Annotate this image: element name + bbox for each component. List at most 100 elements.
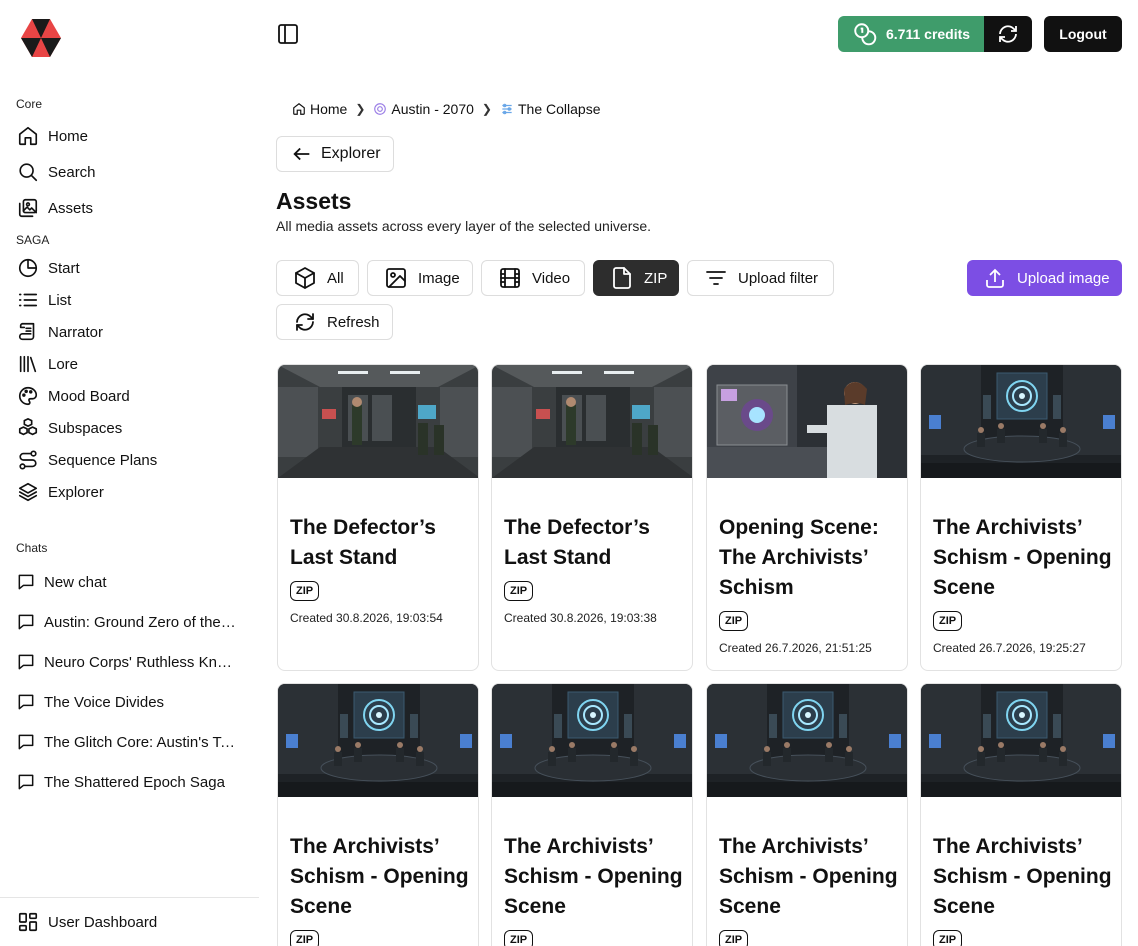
credits-label: 6.711 credits bbox=[886, 26, 971, 42]
sidebar-item-mood-board[interactable]: Mood Board bbox=[16, 382, 246, 410]
sidebar-item-list[interactable]: List bbox=[16, 286, 246, 314]
sidebar-item-assets[interactable]: Assets bbox=[16, 194, 246, 222]
asset-type-badge: ZIP bbox=[290, 930, 320, 946]
asset-thumbnail[interactable] bbox=[278, 365, 478, 478]
sidebar-item-sequence-plans[interactable]: Sequence Plans bbox=[16, 446, 246, 474]
filter-label: ZIP bbox=[644, 269, 668, 287]
asset-thumbnail-image bbox=[492, 365, 692, 478]
upload-image-button[interactable]: Upload image bbox=[967, 260, 1122, 296]
scroll-icon bbox=[16, 320, 40, 344]
asset-card[interactable]: The Archivists’ Schism - Opening Scene ZI… bbox=[920, 364, 1122, 671]
sidebar-item-label: Search bbox=[48, 163, 96, 181]
asset-created-date: Created 30.8.2026, 19:03:38 bbox=[504, 611, 657, 625]
asset-thumbnail[interactable] bbox=[921, 365, 1121, 478]
asset-card[interactable]: The Archivists’ Schism - Opening Scene ZI… bbox=[277, 683, 479, 946]
page-title: Assets bbox=[276, 188, 352, 214]
filter-label: Image bbox=[418, 269, 460, 287]
sidebar-item-label: Subspaces bbox=[48, 419, 123, 437]
asset-card[interactable]: The Defector’s Last Stand ZIP Created 30.8… bbox=[277, 364, 479, 671]
chevron-right-icon: ❯ bbox=[481, 102, 492, 116]
asset-card[interactable]: The Archivists’ Schism - Opening Scene ZI… bbox=[920, 683, 1122, 946]
chats-section-title: Chats bbox=[16, 541, 48, 555]
sidebar-item-label: Explorer bbox=[48, 483, 104, 501]
asset-card-body: The Archivists’ Schism - Opening Scene ZI… bbox=[290, 832, 474, 946]
upload-filter-button[interactable]: Upload filter bbox=[687, 260, 834, 296]
asset-thumbnail[interactable] bbox=[492, 365, 692, 478]
sidebar-item-search[interactable]: Search bbox=[16, 158, 246, 186]
breadcrumb-home[interactable]: Home bbox=[292, 101, 347, 117]
asset-card[interactable]: The Archivists’ Schism - Opening Scene ZI… bbox=[491, 683, 693, 946]
asset-type-badge: ZIP bbox=[290, 581, 320, 601]
asset-title: The Archivists’ Schism - Opening Scene bbox=[933, 516, 1112, 599]
image-stack-icon bbox=[16, 196, 40, 220]
filter-label: Refresh bbox=[327, 313, 380, 331]
asset-thumbnail[interactable] bbox=[492, 684, 692, 797]
asset-title: Opening Scene: The Archivists’ Schism bbox=[719, 516, 879, 599]
explorer-back-button[interactable]: Explorer bbox=[276, 136, 394, 172]
search-icon bbox=[16, 160, 40, 184]
asset-thumbnail[interactable] bbox=[707, 365, 907, 478]
filter-label: Video bbox=[532, 269, 571, 287]
filter-video-button[interactable]: Video bbox=[481, 260, 585, 296]
asset-created-date: Created 30.8.2026, 19:03:54 bbox=[290, 611, 443, 625]
chat-item[interactable]: The Shattered Epoch Saga bbox=[16, 768, 241, 796]
logout-button[interactable]: Logout bbox=[1044, 16, 1122, 52]
asset-card-body: The Archivists’ Schism - Opening Scene ZI… bbox=[933, 832, 1117, 946]
cube-icon bbox=[295, 267, 315, 289]
filter-all-button[interactable]: All bbox=[276, 260, 359, 296]
asset-title: The Archivists’ Schism - Opening Scene bbox=[933, 835, 1112, 918]
list-icon bbox=[16, 288, 40, 312]
sidebar-item-label: Lore bbox=[48, 355, 79, 373]
asset-title: The Archivists’ Schism - Opening Scene bbox=[290, 835, 469, 918]
sidebar-item-label: Sequence Plans bbox=[48, 451, 158, 469]
sidebar-item-home[interactable]: Home bbox=[16, 122, 246, 150]
sidebar-item-user-dashboard[interactable]: User Dashboard bbox=[16, 908, 246, 936]
chat-item-new[interactable]: New chat bbox=[16, 568, 241, 596]
filter-zip-button[interactable]: ZIP bbox=[593, 260, 679, 296]
asset-thumbnail[interactable] bbox=[921, 684, 1121, 797]
chat-item[interactable]: The Voice Divides bbox=[16, 688, 241, 716]
breadcrumb-layer[interactable]: The Collapse bbox=[500, 101, 601, 117]
asset-card-body: The Archivists’ Schism - Opening Scene ZI… bbox=[504, 832, 688, 946]
asset-thumbnail[interactable] bbox=[707, 684, 907, 797]
filter-label: Upload filter bbox=[738, 269, 819, 287]
palette-icon bbox=[16, 384, 40, 408]
asset-title: The Archivists’ Schism - Opening Scene bbox=[719, 835, 898, 918]
chat-item[interactable]: Neuro Corps' Ruthless Knowledge bbox=[16, 648, 241, 676]
asset-type-badge: ZIP bbox=[719, 930, 749, 946]
sidebar-toggle-icon[interactable] bbox=[276, 22, 300, 46]
asset-type-badge: ZIP bbox=[504, 930, 534, 946]
breadcrumb-universe[interactable]: Austin - 2070 bbox=[373, 101, 474, 117]
library-icon bbox=[16, 352, 40, 376]
app-logo[interactable] bbox=[20, 18, 62, 58]
sidebar-item-start[interactable]: Start bbox=[16, 254, 246, 282]
refresh-icon bbox=[999, 25, 1017, 43]
layers-icon bbox=[16, 480, 40, 504]
breadcrumb-label: The Collapse bbox=[517, 101, 601, 117]
filter-image-button[interactable]: Image bbox=[367, 260, 473, 296]
asset-title: The Defector’s Last Stand bbox=[290, 516, 436, 569]
asset-card[interactable]: Opening Scene: The Archivists’ Schism ZIP… bbox=[706, 364, 908, 671]
clock-icon bbox=[16, 256, 40, 280]
sidebar-item-explorer[interactable]: Explorer bbox=[16, 478, 246, 506]
sidebar-footer: User Dashboard bbox=[0, 897, 259, 946]
chat-item-label: Neuro Corps' Ruthless Knowledge bbox=[44, 653, 236, 671]
refresh-button[interactable]: Refresh bbox=[276, 304, 393, 340]
sidebar-item-narrator[interactable]: Narrator bbox=[16, 318, 246, 346]
sidebar-item-subspaces[interactable]: Subspaces bbox=[16, 414, 246, 442]
chat-item-label: Austin: Ground Zero of the Neuro Corps bbox=[44, 613, 236, 631]
chat-item[interactable]: Austin: Ground Zero of the Neuro Corps bbox=[16, 608, 241, 636]
chat-item[interactable]: The Glitch Core: Austin's Test bbox=[16, 728, 241, 756]
asset-card[interactable]: The Archivists’ Schism - Opening Scene ZI… bbox=[706, 683, 908, 946]
asset-thumbnail[interactable] bbox=[278, 684, 478, 797]
credits-button[interactable]: 6.711 credits bbox=[838, 16, 984, 52]
asset-card-body: The Archivists’ Schism - Opening Scene ZI… bbox=[719, 832, 903, 946]
chat-item-label: The Glitch Core: Austin's Test bbox=[44, 733, 236, 751]
filter-label: All bbox=[327, 269, 344, 287]
refresh-credits-button[interactable] bbox=[984, 16, 1032, 52]
asset-type-badge: ZIP bbox=[933, 930, 963, 946]
sidebar-item-lore[interactable]: Lore bbox=[16, 350, 246, 378]
asset-card[interactable]: The Defector’s Last Stand ZIP Created 30.8… bbox=[491, 364, 693, 671]
refresh-icon bbox=[296, 313, 314, 331]
film-icon bbox=[500, 268, 520, 288]
